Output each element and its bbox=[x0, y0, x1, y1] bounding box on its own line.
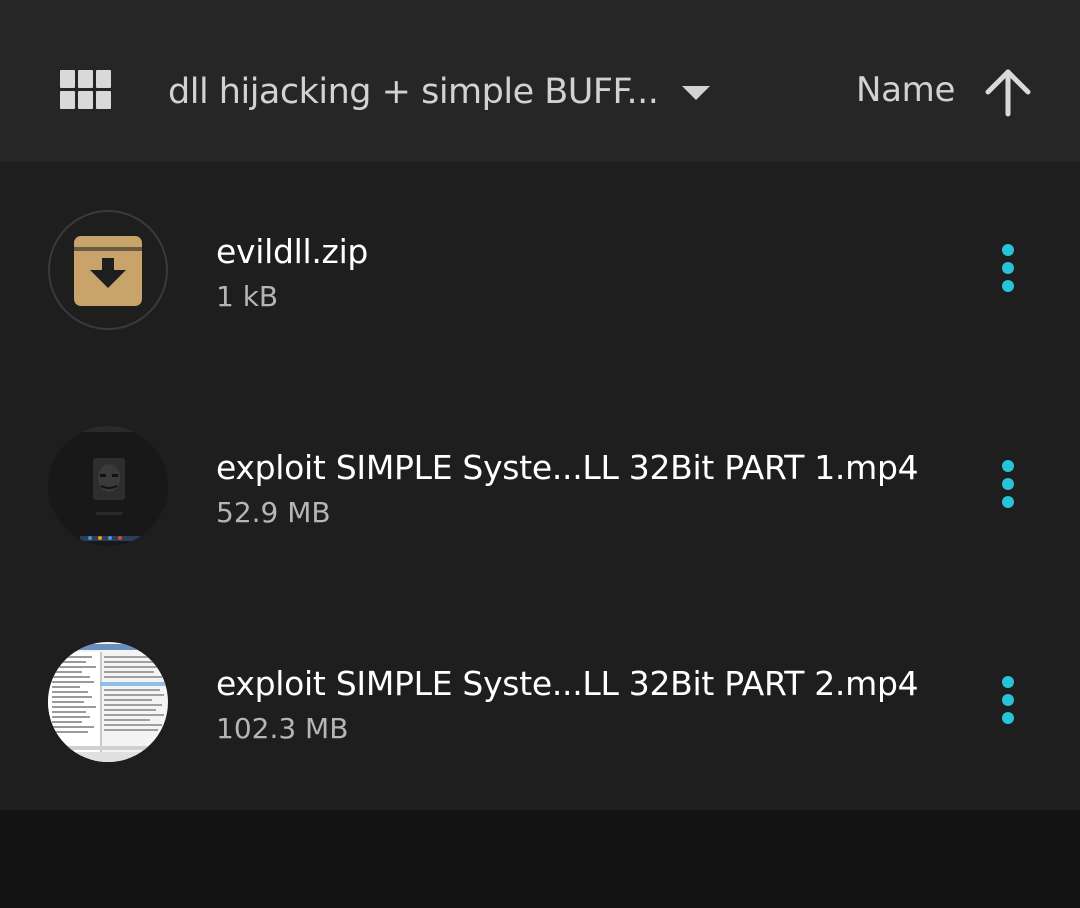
video-thumbnail bbox=[48, 426, 168, 546]
bottom-empty-area bbox=[0, 810, 1080, 908]
file-size: 1 kB bbox=[216, 280, 279, 313]
file-list: evildll.zip 1 kB exploit SIMPLE Syste...… bbox=[0, 162, 1080, 810]
caret-down-icon bbox=[682, 86, 711, 100]
file-name: exploit SIMPLE Syste...LL 32Bit PART 2.m… bbox=[216, 664, 919, 703]
grid-view-icon[interactable] bbox=[60, 70, 112, 110]
archive-icon bbox=[48, 210, 168, 330]
file-name: evildll.zip bbox=[216, 232, 369, 271]
arrow-up-icon[interactable] bbox=[982, 66, 1034, 118]
file-name: exploit SIMPLE Syste...LL 32Bit PART 1.m… bbox=[216, 448, 919, 487]
file-row[interactable]: exploit SIMPLE Syste...LL 32Bit PART 2.m… bbox=[0, 594, 1080, 810]
toolbar: dll hijacking + simple BUFF... Name bbox=[0, 0, 1080, 162]
file-row[interactable]: exploit SIMPLE Syste...LL 32Bit PART 1.m… bbox=[0, 378, 1080, 594]
more-options-icon[interactable] bbox=[996, 244, 1020, 296]
sort-by-button[interactable]: Name bbox=[856, 70, 955, 110]
file-size: 52.9 MB bbox=[216, 496, 331, 529]
more-options-icon[interactable] bbox=[996, 676, 1020, 728]
more-options-icon[interactable] bbox=[996, 460, 1020, 512]
file-row[interactable]: evildll.zip 1 kB bbox=[0, 162, 1080, 378]
file-size: 102.3 MB bbox=[216, 712, 349, 745]
folder-selector[interactable]: dll hijacking + simple BUFF... bbox=[168, 66, 711, 118]
folder-title: dll hijacking + simple BUFF... bbox=[168, 72, 659, 112]
video-thumbnail bbox=[48, 642, 168, 762]
